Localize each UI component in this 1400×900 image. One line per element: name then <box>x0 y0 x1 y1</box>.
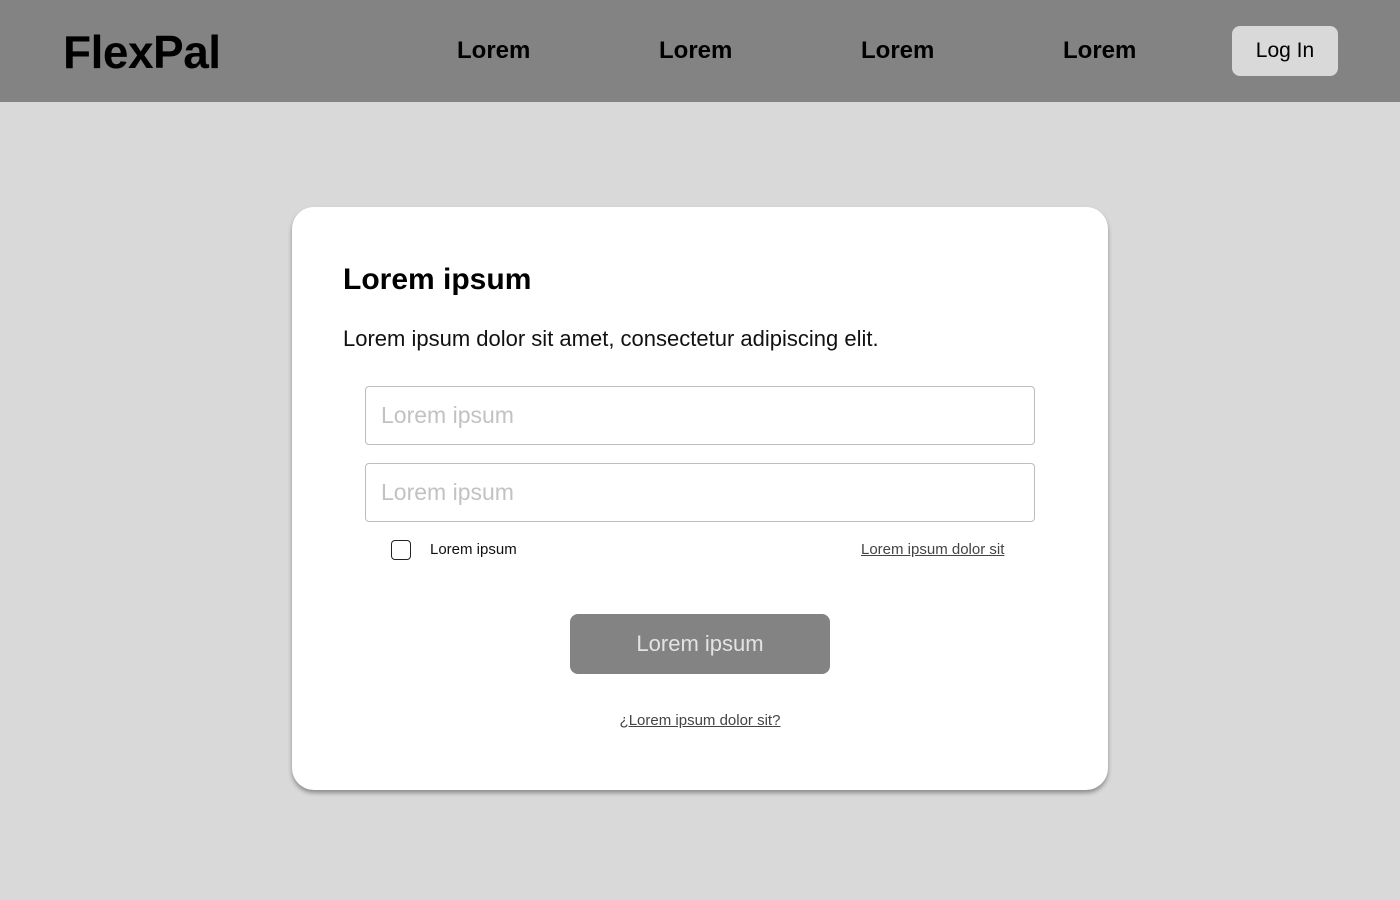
remember-checkbox[interactable] <box>391 540 411 560</box>
card-description: Lorem ipsum dolor sit amet, consectetur … <box>343 326 879 351</box>
nav-item-1[interactable]: Lorem <box>457 36 530 66</box>
logo[interactable]: FlexPal <box>63 26 221 78</box>
forgot-password-link[interactable]: Lorem ipsum dolor sit <box>861 540 1004 560</box>
bottom-link-row: ¿Lorem ipsum dolor sit? <box>292 711 1108 731</box>
login-button[interactable]: Log In <box>1232 26 1338 76</box>
card-title: Lorem ipsum <box>343 263 532 296</box>
nav-item-4[interactable]: Lorem <box>1063 36 1136 66</box>
second-input-field[interactable] <box>365 463 1035 522</box>
remember-checkbox-label[interactable]: Lorem ipsum <box>430 540 517 560</box>
nav-item-2[interactable]: Lorem <box>659 36 732 66</box>
top-navigation-bar: FlexPal Lorem Lorem Lorem Lorem Log In <box>0 0 1400 102</box>
login-card: Lorem ipsum Lorem ipsum dolor sit amet, … <box>292 207 1108 790</box>
remember-checkbox-row[interactable]: Lorem ipsum <box>391 540 517 560</box>
submit-button[interactable]: Lorem ipsum <box>570 614 830 674</box>
first-input-field[interactable] <box>365 386 1035 445</box>
nav-item-3[interactable]: Lorem <box>861 36 934 66</box>
signup-link[interactable]: ¿Lorem ipsum dolor sit? <box>620 712 781 729</box>
